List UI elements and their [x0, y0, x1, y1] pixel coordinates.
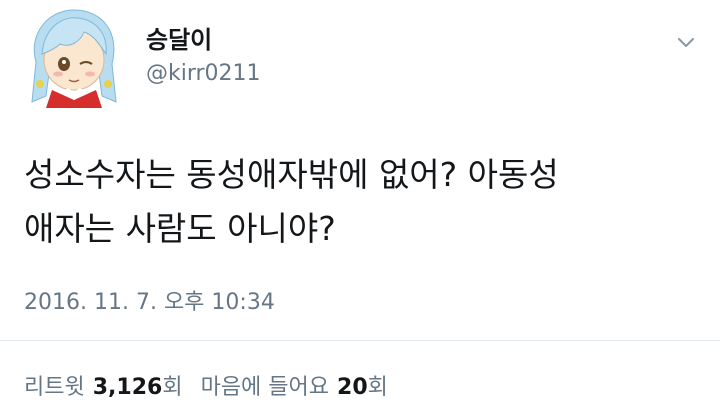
username[interactable]: @kirr0211	[146, 61, 261, 86]
retweets-count: 3,126	[92, 375, 163, 400]
likes-count: 20	[337, 375, 368, 400]
chevron-down-icon[interactable]	[672, 30, 700, 54]
avatar[interactable]	[22, 4, 126, 108]
retweets-unit: 회	[162, 375, 183, 400]
display-name[interactable]: 승달이	[146, 20, 212, 55]
retweets-stat[interactable]: 리트윗 3,126 회	[24, 369, 183, 401]
likes-stat[interactable]: 마음에 들어요 20 회	[201, 369, 388, 401]
tweet-text: 성소수자는 동성애자밖에 없어? 아동성 애자는 사람도 아니야?	[24, 155, 559, 248]
tweet-card: 승달이 @kirr0211 성소수자는 동성애자밖에 없어? 아동성 애자는 사…	[0, 0, 720, 415]
likes-unit: 회	[367, 375, 388, 400]
tweet-stats: 리트윗 3,126 회 마음에 들어요 20 회	[24, 369, 388, 401]
likes-label: 마음에 들어요	[200, 375, 330, 400]
divider	[0, 340, 720, 341]
tweet-timestamp[interactable]: 2016. 11. 7. 오후 10:34	[24, 284, 275, 316]
retweets-label: 리트윗	[24, 375, 85, 400]
